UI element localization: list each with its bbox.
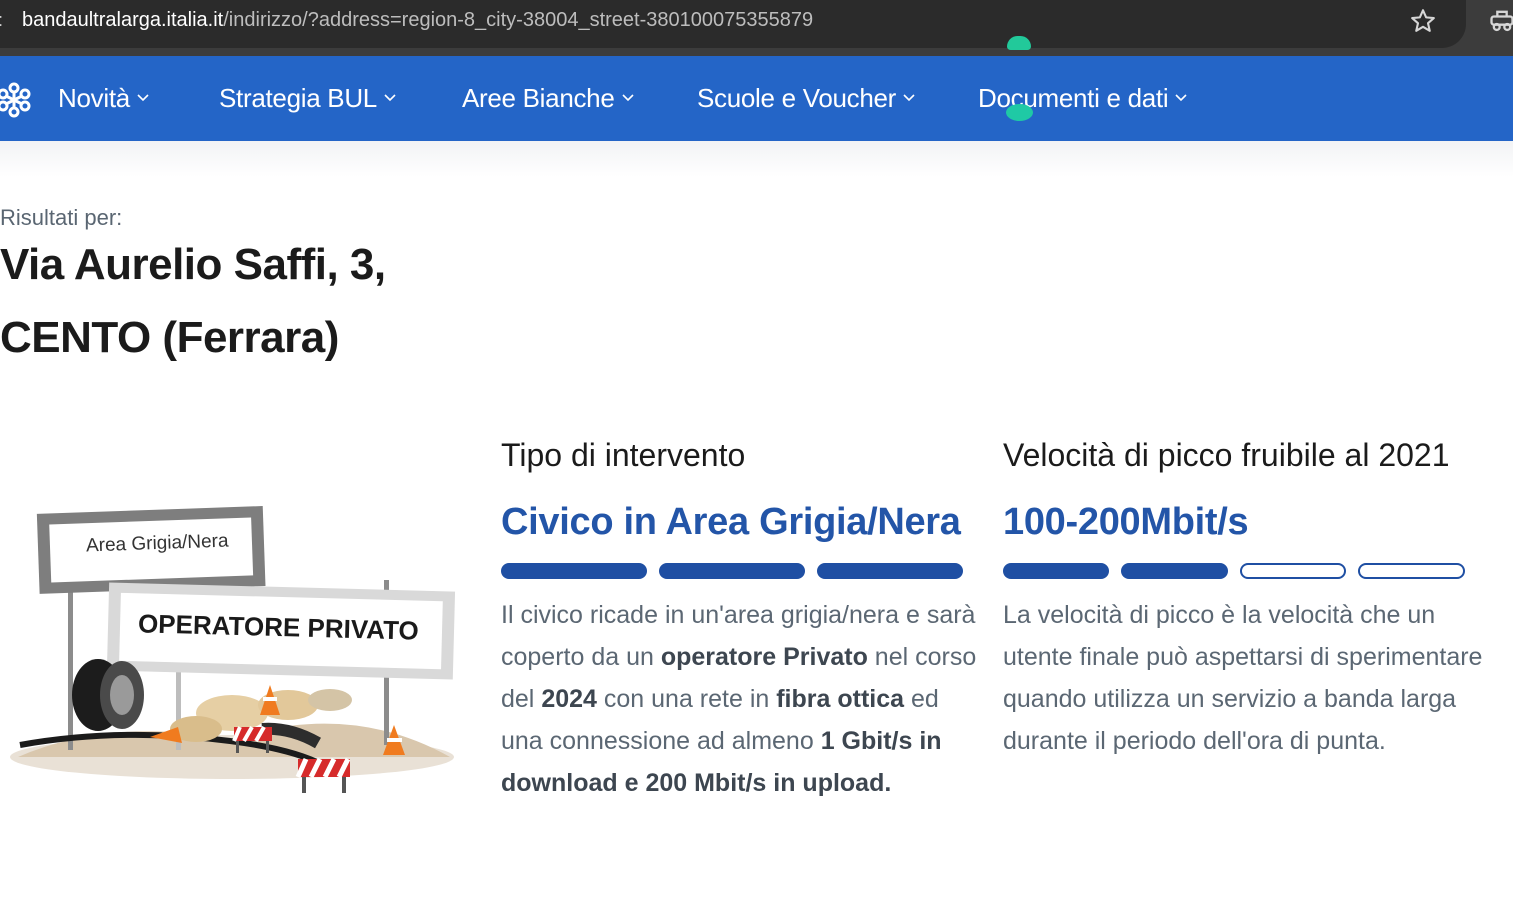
url-host: bandaultralarga.italia.it <box>22 9 224 31</box>
level-bar-3 <box>1240 563 1346 579</box>
level-bar-2 <box>1121 563 1228 579</box>
cursor-indicator <box>1006 104 1033 121</box>
chevron-down-icon <box>621 94 634 102</box>
wifi-indicator-icon <box>1007 36 1031 50</box>
nav-item-label: Novità <box>58 82 130 113</box>
nav-item-scuole-voucher[interactable]: Scuole e Voucher <box>697 82 915 114</box>
chevron-down-icon <box>384 94 396 102</box>
network-logo-icon[interactable] <box>0 82 32 118</box>
level-bar-1 <box>501 563 647 579</box>
chevron-down-icon <box>137 94 149 102</box>
nav-item-label: Strategia BUL <box>219 82 377 113</box>
extension-icon[interactable] <box>1488 6 1513 34</box>
browser-toolbar: : bandaultralarga.italia.it/indirizzo/?a… <box>0 0 1513 56</box>
results-label: Risultati per: <box>0 205 123 230</box>
nav-item-label: Scuole e Voucher <box>697 82 897 113</box>
bookmark-star-icon[interactable] <box>1409 7 1437 35</box>
nav-item-novita[interactable]: Novità <box>58 82 149 114</box>
chevron-down-icon <box>1175 94 1187 102</box>
description-segment: con una rete in <box>596 685 777 713</box>
level-bar-4 <box>1358 563 1465 579</box>
site-info-icon[interactable]: : <box>0 10 3 31</box>
intervention-description: Il civico ricade in un'area grigia/nera … <box>501 594 979 804</box>
nav-shadow <box>0 141 1513 177</box>
speed-description: La velocità di picco è la velocità che u… <box>1003 601 1483 755</box>
speed-value: 100-200Mbit/s <box>1003 501 1249 543</box>
url-text[interactable]: bandaultralarga.italia.it/indirizzo/?add… <box>22 9 813 32</box>
chevron-down-icon <box>903 94 915 102</box>
intervention-title: Tipo di intervento <box>501 437 746 473</box>
url-path: /indirizzo/?address=region-8_city-38004_… <box>223 9 814 31</box>
description-bold-segment: 2024 <box>541 685 597 713</box>
address-title-line1: Via Aurelio Saffi, 3, <box>0 240 386 289</box>
main-nav: Novità Strategia BUL Aree Bianche Scuole… <box>0 56 1513 141</box>
speed-title: Velocità di picco fruibile al 2021 <box>1003 437 1450 473</box>
address-title-line2: CENTO (Ferrara) <box>0 313 339 362</box>
description-bold-segment: operatore Privato <box>660 643 868 671</box>
construction-illustration <box>10 506 456 793</box>
intervention-value: Civico in Area Grigia/Nera <box>501 501 961 543</box>
level-bar-3 <box>817 563 963 579</box>
nav-item-aree-bianche[interactable]: Aree Bianche <box>462 82 634 114</box>
level-bar-2 <box>659 563 805 579</box>
description-bold-segment: fibra ottica <box>776 685 905 713</box>
level-bar-1 <box>1003 563 1109 579</box>
nav-item-label: Aree Bianche <box>462 82 615 113</box>
address-bar[interactable]: : bandaultralarga.italia.it/indirizzo/?a… <box>0 0 1466 48</box>
nav-item-strategia-bul[interactable]: Strategia BUL <box>219 82 396 114</box>
